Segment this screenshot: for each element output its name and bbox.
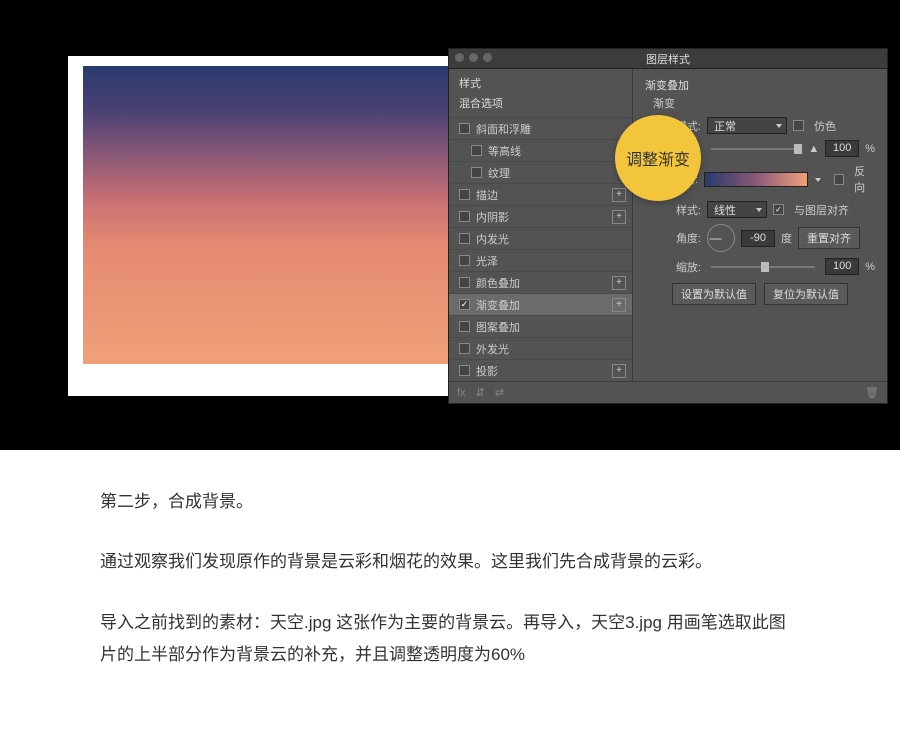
screenshot-area: 调整渐变 图层样式 样式 混合选项 斜面和浮雕等高线纹理描边 + 内阴影 + 内发光光泽… bbox=[0, 0, 900, 450]
style-checkbox[interactable] bbox=[459, 299, 470, 310]
dialog-title: 图层样式 bbox=[646, 51, 690, 67]
style-label: 外发光 bbox=[476, 341, 509, 357]
style-label: 纹理 bbox=[488, 165, 510, 181]
group-title: 渐变叠加 bbox=[645, 77, 875, 93]
style-label: 斜面和浮雕 bbox=[476, 121, 531, 137]
angle-label: 角度: bbox=[645, 230, 701, 246]
trash-icon[interactable]: 🗑 bbox=[865, 386, 879, 399]
add-effect-button[interactable]: + bbox=[612, 364, 626, 378]
style-row-3[interactable]: 描边 + bbox=[449, 183, 632, 205]
style-checkbox[interactable] bbox=[459, 123, 470, 134]
style-label: 图案叠加 bbox=[476, 319, 520, 335]
article-body: 第二步，合成背景。 通过观察我们发现原作的背景是云彩和烟花的效果。这里我们先合成… bbox=[0, 450, 900, 729]
style-checkbox[interactable] bbox=[459, 233, 470, 244]
blend-mode-dropdown[interactable]: 正常 bbox=[707, 117, 787, 134]
style-checkbox[interactable] bbox=[459, 189, 470, 200]
style-label: 光泽 bbox=[476, 253, 498, 269]
reverse-label: 反向 bbox=[854, 163, 875, 195]
style-row: 样式: 线性 与图层对齐 bbox=[645, 201, 875, 218]
dialog-footer: fx ⇵ ⇄ 🗑 bbox=[449, 381, 887, 403]
style-label: 内发光 bbox=[476, 231, 509, 247]
style-checkbox[interactable] bbox=[459, 255, 470, 266]
arrow-up-down-icon[interactable]: ⇵ bbox=[476, 386, 485, 399]
annotation-callout: 调整渐变 bbox=[615, 115, 701, 201]
style-dropdown[interactable]: 线性 bbox=[707, 201, 767, 218]
angle-dial[interactable] bbox=[707, 224, 735, 252]
add-effect-button[interactable]: + bbox=[612, 298, 626, 312]
window-controls[interactable] bbox=[455, 53, 492, 62]
add-effect-button[interactable]: + bbox=[612, 188, 626, 202]
styles-column: 样式 混合选项 斜面和浮雕等高线纹理描边 + 内阴影 + 内发光光泽颜色叠加 + 渐变叠加 +… bbox=[449, 69, 633, 381]
realign-button[interactable]: 重置对齐 bbox=[798, 227, 860, 249]
style-label: 等高线 bbox=[488, 143, 521, 159]
style-row-10[interactable]: 外发光 bbox=[449, 337, 632, 359]
style-checkbox[interactable] bbox=[471, 145, 482, 156]
align-label: 与图层对齐 bbox=[794, 202, 849, 218]
annotation-label: 调整渐变 bbox=[626, 146, 690, 170]
align-checkbox[interactable] bbox=[773, 204, 784, 215]
scale-slider[interactable] bbox=[711, 266, 815, 268]
style-row-6[interactable]: 光泽 bbox=[449, 249, 632, 271]
style-row-8[interactable]: 渐变叠加 + bbox=[449, 293, 632, 315]
opacity-slider[interactable] bbox=[711, 148, 798, 150]
gradient-preview bbox=[83, 66, 463, 364]
dither-label: 仿色 bbox=[814, 118, 836, 134]
style-row-1[interactable]: 等高线 bbox=[449, 139, 632, 161]
scale-label: 缩放: bbox=[645, 259, 701, 275]
set-default-button[interactable]: 设置为默认值 bbox=[672, 283, 756, 305]
blend-options-row[interactable]: 混合选项 bbox=[449, 93, 632, 117]
style-label: 渐变叠加 bbox=[476, 297, 520, 313]
style-row-9[interactable]: 图案叠加 bbox=[449, 315, 632, 337]
opacity-input[interactable]: 100 bbox=[825, 140, 859, 157]
scale-input[interactable]: 100 bbox=[825, 258, 859, 275]
reset-default-button[interactable]: 复位为默认值 bbox=[764, 283, 848, 305]
maximize-icon[interactable] bbox=[483, 53, 492, 62]
style-label: 内阴影 bbox=[476, 209, 509, 225]
style-row-4[interactable]: 内阴影 + bbox=[449, 205, 632, 227]
style-label: 描边 bbox=[476, 187, 498, 203]
article-p3: 导入之前找到的素材：天空.jpg 这张作为主要的背景云。再导入，天空3.jpg … bbox=[100, 607, 800, 672]
style-label: 样式: bbox=[645, 202, 701, 218]
dither-checkbox[interactable] bbox=[793, 120, 804, 131]
style-checkbox[interactable] bbox=[459, 365, 470, 376]
close-icon[interactable] bbox=[455, 53, 464, 62]
style-row-2[interactable]: 纹理 bbox=[449, 161, 632, 183]
scale-row: 缩放: 100 % bbox=[645, 258, 875, 275]
style-checkbox[interactable] bbox=[459, 211, 470, 222]
dialog-titlebar[interactable]: 图层样式 bbox=[449, 49, 887, 69]
style-checkbox[interactable] bbox=[459, 277, 470, 288]
arrow-exchange-icon[interactable]: ⇄ bbox=[495, 386, 504, 399]
minimize-icon[interactable] bbox=[469, 53, 478, 62]
layer-style-dialog: 图层样式 样式 混合选项 斜面和浮雕等高线纹理描边 + 内阴影 + 内发光光泽颜色叠加 +… bbox=[448, 48, 888, 404]
style-label: 投影 bbox=[476, 363, 498, 379]
style-label: 颜色叠加 bbox=[476, 275, 520, 291]
add-effect-button[interactable]: + bbox=[612, 276, 626, 290]
gradient-picker[interactable] bbox=[704, 172, 808, 187]
article-p2: 通过观察我们发现原作的背景是云彩和烟花的效果。这里我们先合成背景的云彩。 bbox=[100, 546, 800, 578]
styles-header[interactable]: 样式 bbox=[449, 69, 632, 93]
style-row-11[interactable]: 投影 + bbox=[449, 359, 632, 381]
article-p1: 第二步，合成背景。 bbox=[100, 486, 800, 518]
add-effect-button[interactable]: + bbox=[612, 210, 626, 224]
reverse-checkbox[interactable] bbox=[834, 174, 845, 185]
style-row-0[interactable]: 斜面和浮雕 bbox=[449, 117, 632, 139]
style-row-5[interactable]: 内发光 bbox=[449, 227, 632, 249]
style-checkbox[interactable] bbox=[459, 321, 470, 332]
angle-row: 角度: -90 度 重置对齐 bbox=[645, 224, 875, 252]
style-row-7[interactable]: 颜色叠加 + bbox=[449, 271, 632, 293]
style-checkbox[interactable] bbox=[471, 167, 482, 178]
settings-column: 渐变叠加 渐变 混合模式: 正常 仿色 不透明度: ▲ 100 % 渐变: bbox=[633, 69, 887, 381]
group-subtitle: 渐变 bbox=[645, 95, 875, 111]
style-checkbox[interactable] bbox=[459, 343, 470, 354]
angle-input[interactable]: -90 bbox=[741, 230, 775, 247]
fx-icon[interactable]: fx bbox=[457, 387, 466, 399]
canvas-preview bbox=[68, 56, 478, 396]
